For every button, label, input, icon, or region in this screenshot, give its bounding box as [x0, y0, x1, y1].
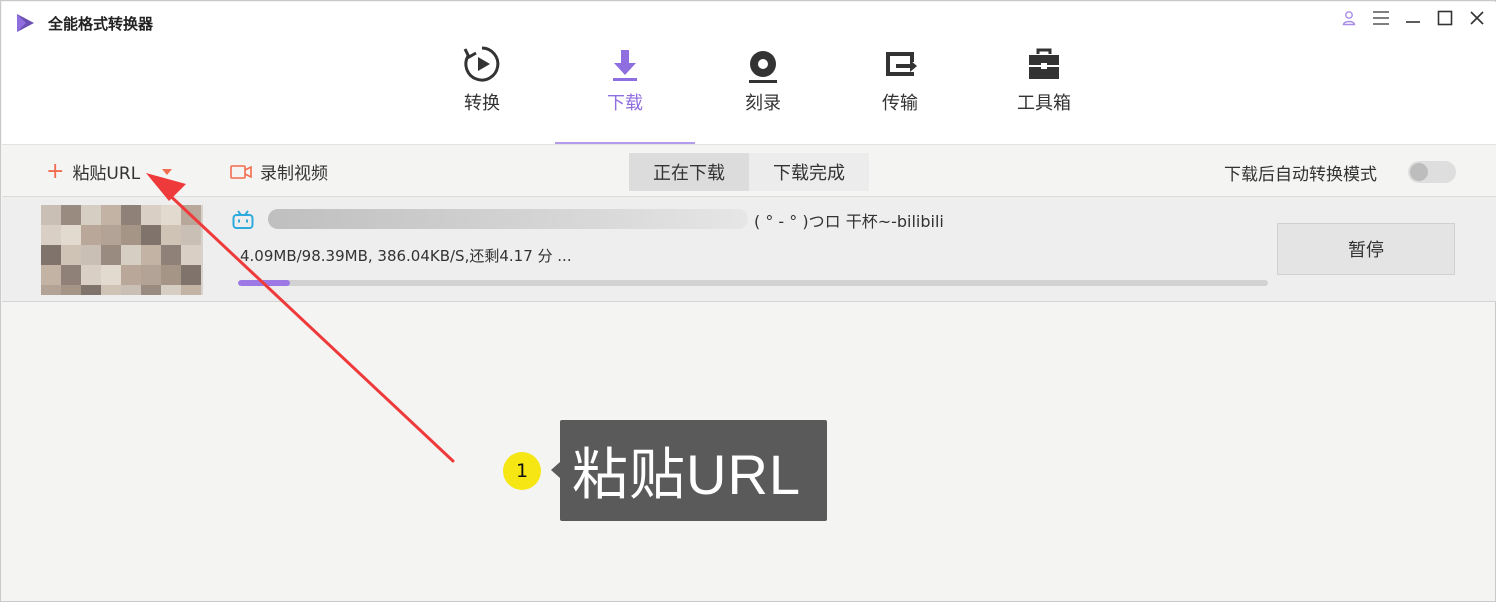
download-icon [603, 42, 647, 86]
chevron-down-icon[interactable] [162, 168, 173, 175]
thumbnail-pixel [121, 245, 141, 265]
thumbnail-pixel [41, 285, 61, 295]
tab-transfer-label: 传输 [882, 93, 918, 114]
download-item: ( ° - ° )つロ 干杯~-bilibili 4.09MB/98.39MB,… [2, 196, 1496, 302]
record-video-label: 录制视频 [260, 164, 328, 184]
tab-downloaded[interactable]: 下载完成 [749, 153, 869, 191]
tab-burn-label: 刻录 [745, 93, 781, 114]
auto-convert-toggle[interactable] [1408, 161, 1456, 183]
thumbnail-pixel [61, 225, 81, 245]
thumbnail-pixel [141, 265, 161, 285]
thumbnail-pixel [121, 285, 141, 295]
tab-burn[interactable]: 刻录 [693, 40, 833, 144]
close-icon[interactable] [1466, 8, 1488, 28]
main-nav: 转换 下载 刻录 传输 工具箱 [2, 40, 1496, 144]
toolbox-icon [1022, 42, 1066, 86]
maximize-icon[interactable] [1434, 8, 1456, 28]
annotation-callout: 粘贴URL [551, 420, 827, 521]
download-progress-bar [238, 280, 1268, 286]
minimize-icon[interactable] [1402, 8, 1424, 28]
step-badge: 1 [503, 452, 541, 490]
app-logo-icon [17, 14, 34, 32]
thumbnail-pixel [141, 225, 161, 245]
bilibili-icon [232, 210, 254, 229]
thumbnail-pixel [141, 205, 161, 225]
thumbnail-pixel [181, 245, 201, 265]
tab-convert-label: 转换 [464, 93, 500, 114]
tab-toolbox-label: 工具箱 [1017, 93, 1071, 114]
thumbnail-pixel [81, 225, 101, 245]
auto-convert-label: 下载后自动转换模式 [1224, 165, 1377, 185]
thumbnail-pixel [61, 205, 81, 225]
thumbnail-pixel [101, 225, 121, 245]
tab-download-label: 下载 [607, 93, 643, 114]
thumbnail-pixel [41, 225, 61, 245]
thumbnail-pixel [141, 285, 161, 295]
convert-icon [460, 42, 504, 86]
annotation-text: 粘贴URL [572, 443, 802, 506]
download-status-tabs: 正在下载 下载完成 [629, 153, 869, 191]
blurred-title [268, 209, 748, 229]
tab-download[interactable]: 下载 [555, 40, 695, 144]
plus-icon: + [46, 158, 65, 184]
thumbnail-pixel [101, 285, 121, 295]
thumbnail-pixel [181, 285, 201, 295]
thumbnail-pixel [181, 265, 201, 285]
download-toolbar: + 粘贴URL 录制视频 正在下载 下载完成 下载后自动转换模式 [2, 144, 1496, 196]
thumbnail-pixel [41, 265, 61, 285]
thumbnail-pixel [161, 265, 181, 285]
burn-disc-icon [741, 42, 785, 86]
thumbnail-pixel [181, 205, 201, 225]
thumbnail-pixel [101, 245, 121, 265]
thumbnail-pixel [101, 205, 121, 225]
user-icon[interactable] [1338, 8, 1360, 28]
thumbnail-pixel [81, 265, 101, 285]
app-title: 全能格式转换器 [48, 15, 154, 33]
thumbnail-pixel [161, 205, 181, 225]
toggle-knob [1410, 163, 1428, 181]
download-status: 4.09MB/98.39MB, 386.04KB/S,还剩4.17 分 ... [240, 247, 572, 265]
thumbnail-pixel [121, 205, 141, 225]
download-title: ( ° - ° )つロ 干杯~-bilibili [754, 212, 944, 231]
thumbnail-pixel [101, 265, 121, 285]
pause-button[interactable]: 暂停 [1277, 223, 1455, 275]
thumbnail-pixel [141, 245, 161, 265]
thumbnail-pixel [121, 225, 141, 245]
title-bar: 全能格式转换器 转换 下载 刻录 传输 工具箱 [2, 2, 1496, 145]
window-controls [1338, 8, 1488, 28]
record-video-button[interactable]: 录制视频 [230, 159, 328, 184]
menu-icon[interactable] [1370, 8, 1392, 28]
app-window: 全能格式转换器 转换 下载 刻录 传输 工具箱 + 粘贴URL 录制视频 正在下… [0, 0, 1496, 602]
tab-toolbox[interactable]: 工具箱 [974, 40, 1114, 144]
thumbnail-pixel [161, 225, 181, 245]
thumbnail-pixel [121, 265, 141, 285]
thumbnail-pixel [61, 285, 81, 295]
thumbnail-pixel [61, 245, 81, 265]
tab-convert[interactable]: 转换 [412, 40, 552, 144]
download-progress-fill [238, 280, 290, 286]
paste-url-label: 粘贴URL [72, 164, 141, 184]
thumbnail-pixel [61, 265, 81, 285]
thumbnail-pixel [181, 225, 201, 245]
thumbnail-pixel [41, 205, 61, 225]
thumbnail-pixel [161, 285, 181, 295]
paste-url-button[interactable]: + 粘贴URL [46, 158, 173, 184]
tab-downloading[interactable]: 正在下载 [629, 153, 749, 191]
thumbnail-pixel [81, 245, 101, 265]
thumbnail-pixel [41, 245, 61, 265]
thumbnail-pixel [161, 245, 181, 265]
tab-transfer[interactable]: 传输 [830, 40, 970, 144]
thumbnail-pixel [81, 205, 101, 225]
video-thumbnail [41, 205, 203, 295]
transfer-icon [878, 42, 922, 86]
thumbnail-pixel [81, 285, 101, 295]
video-camera-icon [230, 164, 252, 179]
